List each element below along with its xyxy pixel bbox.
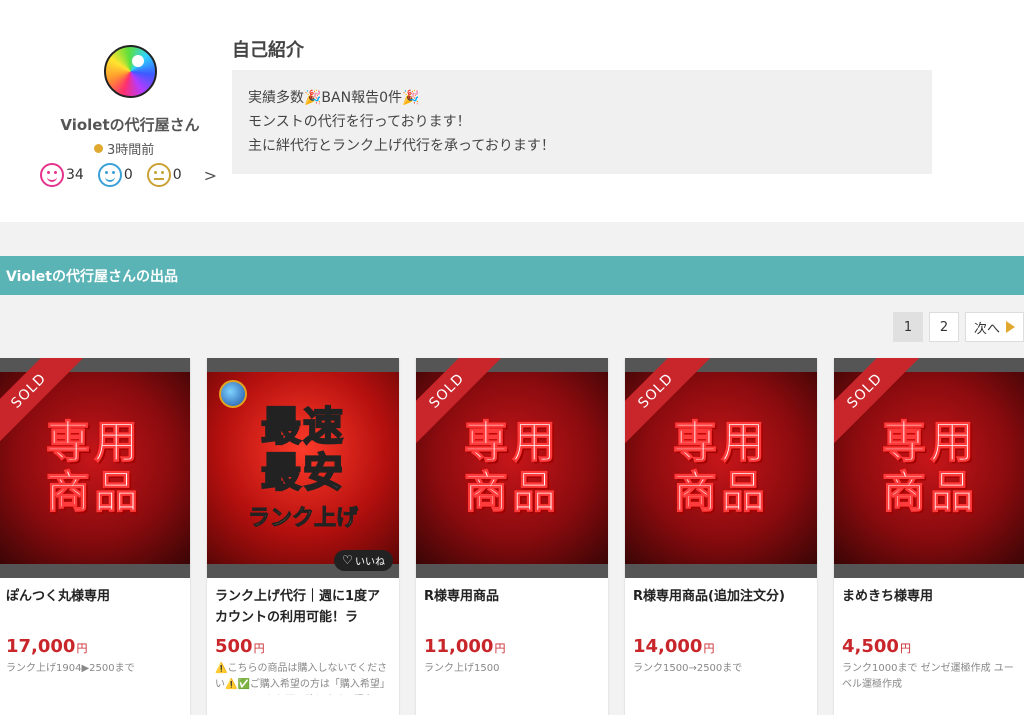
intro-text: 実績多数🎉BAN報告0件🎉 モンストの代行を行っております！ 主に絆代行とランク…	[232, 70, 932, 174]
product-card[interactable]: 専用 商品 SOLD まめきち様専用 4,500円 ランク1000まで ゼンゼ運…	[834, 358, 1024, 715]
product-card[interactable]: 専用 商品 SOLD ぽんつく丸様専用 17,000円 ランク上げ1904▶25…	[0, 358, 190, 715]
product-price: 17,000円	[6, 636, 88, 657]
like-button[interactable]: いいね	[334, 550, 393, 571]
intro-title: 自己紹介	[232, 40, 304, 61]
product-price: 11,000円	[424, 636, 506, 657]
last-seen-text: 3時間前	[107, 143, 155, 158]
product-price: 500円	[215, 636, 265, 657]
image-text: 専用	[673, 417, 769, 468]
ratings-more-chevron-icon[interactable]: >	[204, 166, 217, 185]
image-text: 商品	[464, 467, 560, 518]
smile-face-icon	[40, 163, 64, 187]
product-card[interactable]: 専用 商品 SOLD R様専用商品 11,000円 ランク上げ1500	[416, 358, 608, 715]
image-text: 最速	[260, 403, 345, 451]
image-text: 最安	[260, 449, 345, 497]
product-note: ランク1000まで ゼンゼ運極作成 ユーベル運極作成	[842, 663, 1014, 690]
image-text: 専用	[46, 417, 142, 468]
rating-good-count: 34	[66, 167, 84, 183]
product-title[interactable]: R様専用商品(追加注文分)	[633, 586, 809, 630]
product-note: ランク上げ1904▶2500まで	[6, 663, 135, 674]
rating-normal-count: 0	[123, 167, 133, 183]
intro-line: モンストの代行を行っております！	[248, 114, 471, 130]
product-title[interactable]: R様専用商品	[424, 586, 600, 630]
image-text: 商品	[882, 467, 978, 518]
heart-icon	[342, 553, 353, 567]
image-text: 専用	[882, 417, 978, 468]
product-image[interactable]: 最速 最安 ランク上げ いいね	[207, 358, 399, 578]
listing-section: Violetの代行屋さんの出品 1 2 次へ 専用 商品 SOLD ぽんつく丸様…	[0, 222, 1024, 715]
shop-name[interactable]: Violetの代行屋さん	[40, 114, 220, 135]
neutral-face-icon	[97, 163, 122, 187]
intro-line: 実績多数🎉BAN報告0件🎉	[248, 90, 420, 106]
next-page-button[interactable]: 次へ	[964, 312, 1024, 342]
rating-bad-count: 0	[172, 167, 182, 183]
avatar[interactable]	[104, 45, 157, 98]
section-title: Violetの代行屋さんの出品	[0, 256, 1024, 295]
like-label: いいね	[355, 557, 385, 568]
page-2-button[interactable]: 2	[928, 312, 959, 342]
product-card[interactable]: 最速 最安 ランク上げ いいね ランク上げ代行｜週に1度アカウントの利用可能！ラ…	[207, 358, 399, 715]
intro-line: 主に絆代行とランク上げ代行を承っております！	[248, 138, 555, 154]
rating-normal: 0	[97, 163, 133, 187]
pagination: 1 2 次へ	[892, 312, 1024, 342]
product-price: 4,500円	[842, 636, 911, 657]
rating-bad: 0	[146, 163, 182, 187]
game-orb-icon	[219, 380, 247, 408]
image-text: 専用	[464, 417, 560, 468]
ratings[interactable]: 34 0 0 >	[40, 163, 217, 187]
product-note: ランク1500→2500まで	[633, 663, 743, 674]
product-image[interactable]: 専用 商品 SOLD	[834, 358, 1024, 578]
product-grid: 専用 商品 SOLD ぽんつく丸様専用 17,000円 ランク上げ1904▶25…	[0, 358, 1024, 715]
image-text: 商品	[46, 467, 142, 518]
triangle-right-icon	[1006, 321, 1015, 333]
product-title[interactable]: ランク上げ代行｜週に1度アカウントの利用可能！ラ	[215, 586, 391, 630]
profile-section: Violetの代行屋さん 3時間前 34 0 0 > 自己紹介 実績多数🎉BAN…	[0, 0, 1024, 222]
product-note: ランク上げ1500	[424, 663, 500, 674]
image-text: ランク上げ	[247, 506, 358, 532]
product-card[interactable]: 専用 商品 SOLD R様専用商品(追加注文分) 14,000円 ランク1500…	[625, 358, 817, 715]
product-title[interactable]: ぽんつく丸様専用	[6, 586, 182, 630]
product-image[interactable]: 専用 商品 SOLD	[0, 358, 190, 578]
unhappy-face-icon	[146, 163, 171, 187]
product-image[interactable]: 専用 商品 SOLD	[625, 358, 817, 578]
last-seen: 3時間前	[94, 139, 154, 158]
next-label: 次へ	[973, 321, 1000, 337]
product-image[interactable]: 専用 商品 SOLD	[416, 358, 608, 578]
page-1-button[interactable]: 1	[892, 312, 923, 342]
online-dot-icon	[94, 144, 103, 153]
product-note: ⚠️こちらの商品は購入しないでください⚠️✅ご購入希望の方は「購入希望」とコメン…	[215, 663, 390, 690]
product-title[interactable]: まめきち様専用	[842, 586, 1018, 630]
product-price: 14,000円	[633, 636, 715, 657]
rating-good: 34	[40, 163, 84, 187]
image-text: 商品	[673, 467, 769, 518]
